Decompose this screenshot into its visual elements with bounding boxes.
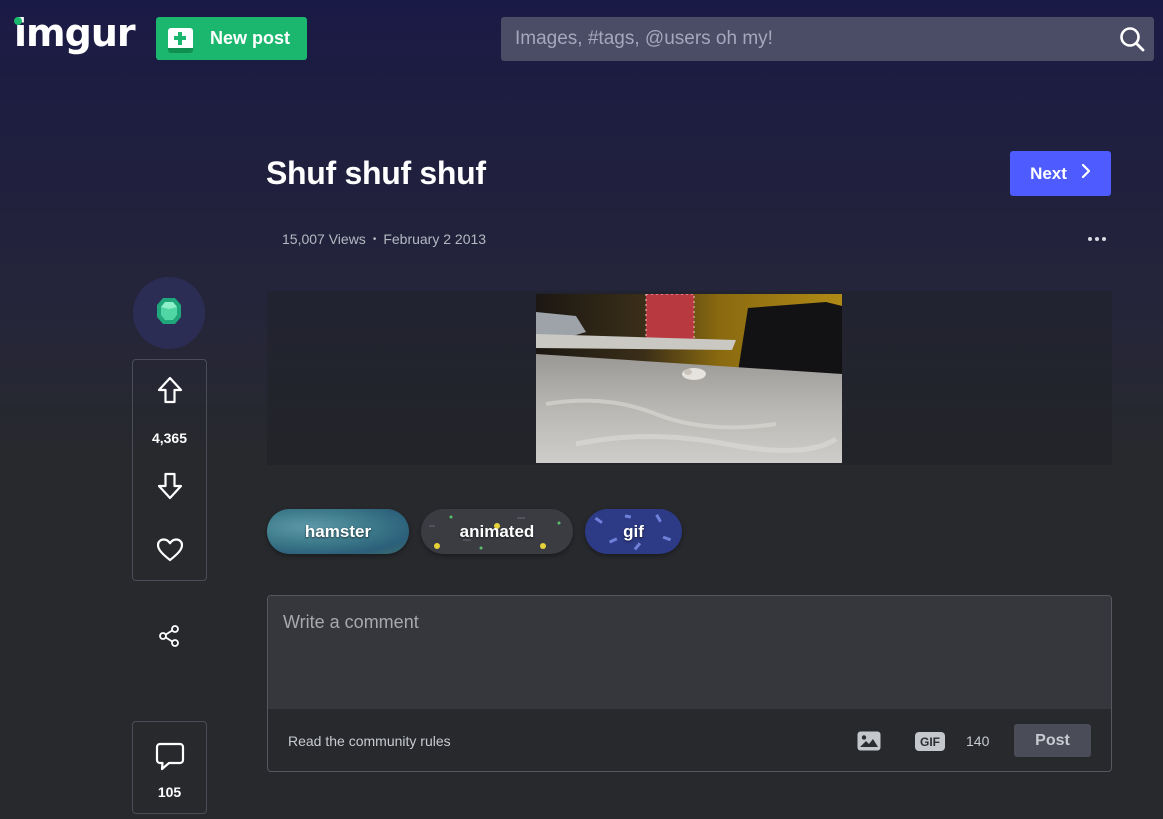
plus-icon: [168, 27, 193, 53]
view-count: 15,007 Views: [282, 231, 366, 247]
heart-icon: [156, 538, 183, 567]
next-button[interactable]: Next: [1010, 151, 1111, 196]
chevron-right-icon: [1081, 163, 1091, 183]
tag-label: animated: [459, 521, 535, 541]
character-count: 140: [966, 733, 990, 749]
user-avatar[interactable]: [133, 277, 205, 349]
new-post-button[interactable]: New post: [156, 17, 307, 60]
post-date: February 2 2013: [383, 231, 487, 247]
more-icon[interactable]: [1084, 228, 1110, 250]
imgur-logo[interactable]: imgur: [14, 11, 136, 55]
comment-input[interactable]: [268, 596, 1111, 709]
upvote-button[interactable]: [133, 376, 206, 409]
comments-button[interactable]: 105: [132, 721, 207, 814]
share-button[interactable]: [157, 624, 181, 648]
logo-text: imgur: [14, 11, 136, 55]
comment-editor: Read the community rules GIF 140 Post: [267, 595, 1112, 772]
tag-animated[interactable]: animated: [421, 509, 573, 554]
arrow-up-icon: [157, 376, 183, 409]
search-input[interactable]: [515, 28, 1110, 50]
share-icon: [157, 625, 181, 652]
favorite-button[interactable]: [133, 538, 206, 567]
speech-bubble-icon: [155, 742, 185, 777]
post-comment-button[interactable]: Post: [1014, 724, 1091, 757]
search-bar: [501, 17, 1154, 61]
image-upload-button[interactable]: [857, 731, 881, 751]
post-meta: 15,007 Views • February 2 2013: [282, 231, 486, 247]
media-container: [267, 291, 1112, 465]
new-post-label: New post: [210, 28, 291, 48]
comment-count: 105: [157, 784, 182, 800]
post-title: Shuf shuf shuf: [266, 155, 486, 191]
logo-dot: [14, 17, 22, 25]
post-gif[interactable]: [536, 294, 842, 463]
tag-hamster[interactable]: hamster: [267, 509, 409, 554]
arrow-down-icon: [157, 472, 183, 505]
downvote-button[interactable]: [133, 472, 206, 505]
emerald-gem-icon: [156, 297, 182, 330]
image-icon: [857, 731, 881, 755]
vote-count: 4,365: [151, 430, 188, 446]
next-label: Next: [1030, 163, 1067, 183]
tag-gif[interactable]: gif: [585, 509, 682, 554]
tag-label: gif: [623, 521, 644, 541]
gif-button[interactable]: GIF: [915, 732, 945, 751]
top-bar: imgur New post: [0, 0, 1163, 80]
vote-panel: 4,365: [132, 359, 207, 581]
meta-separator: •: [372, 233, 377, 245]
search-icon[interactable]: [1110, 17, 1154, 61]
tag-label: hamster: [304, 521, 372, 541]
community-rules-link[interactable]: Read the community rules: [288, 733, 451, 749]
